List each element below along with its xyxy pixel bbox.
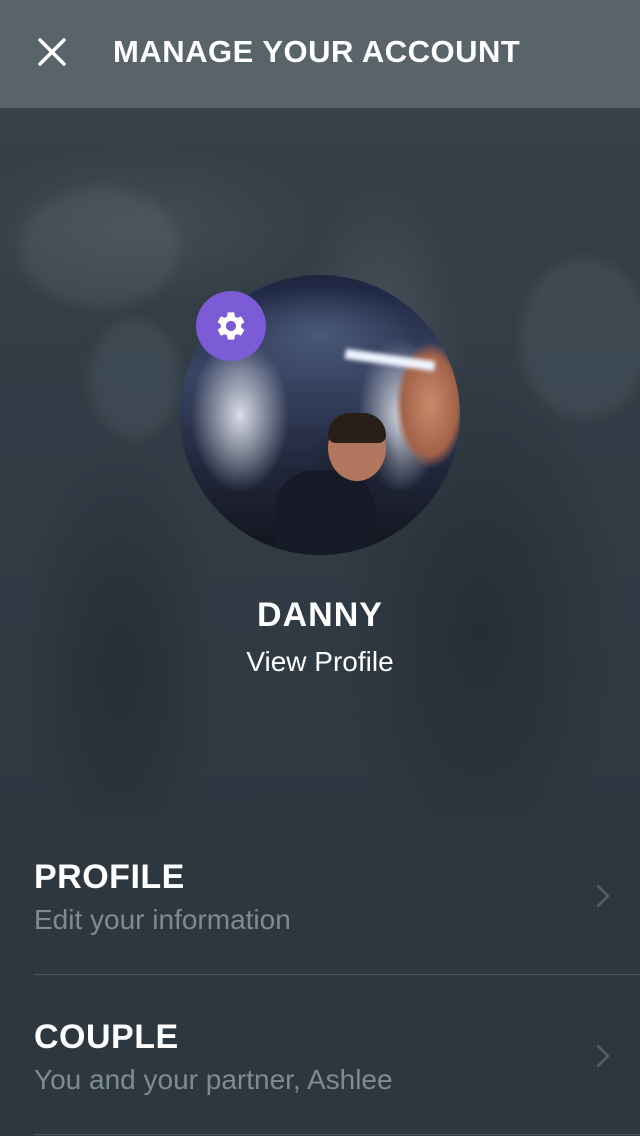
page-title: MANAGE YOUR ACCOUNT [113,34,521,69]
avatar-settings-button[interactable] [196,291,266,361]
menu-item-couple[interactable]: COUPLE You and your partner, Ashlee [0,976,640,1136]
divider [34,1134,640,1135]
menu-item-profile[interactable]: PROFILE Edit your information [0,816,640,976]
chevron-right-icon [596,884,610,908]
top-bar: MANAGE YOUR ACCOUNT [0,0,640,108]
chevron-right-icon [596,1044,610,1068]
gear-icon [217,312,245,340]
close-icon [38,38,66,66]
account-menu: PROFILE Edit your information COUPLE You… [0,816,640,1136]
user-name: DANNY [257,596,383,634]
menu-item-title: PROFILE [34,858,185,896]
view-profile-link[interactable]: View Profile [0,646,640,678]
menu-item-subtitle: Edit your information [34,904,291,935]
profile-hero: DANNY View Profile [0,108,640,816]
close-button[interactable] [30,30,74,74]
menu-item-subtitle: You and your partner, Ashlee [34,1064,393,1095]
divider [34,974,640,975]
menu-item-title: COUPLE [34,1018,179,1056]
